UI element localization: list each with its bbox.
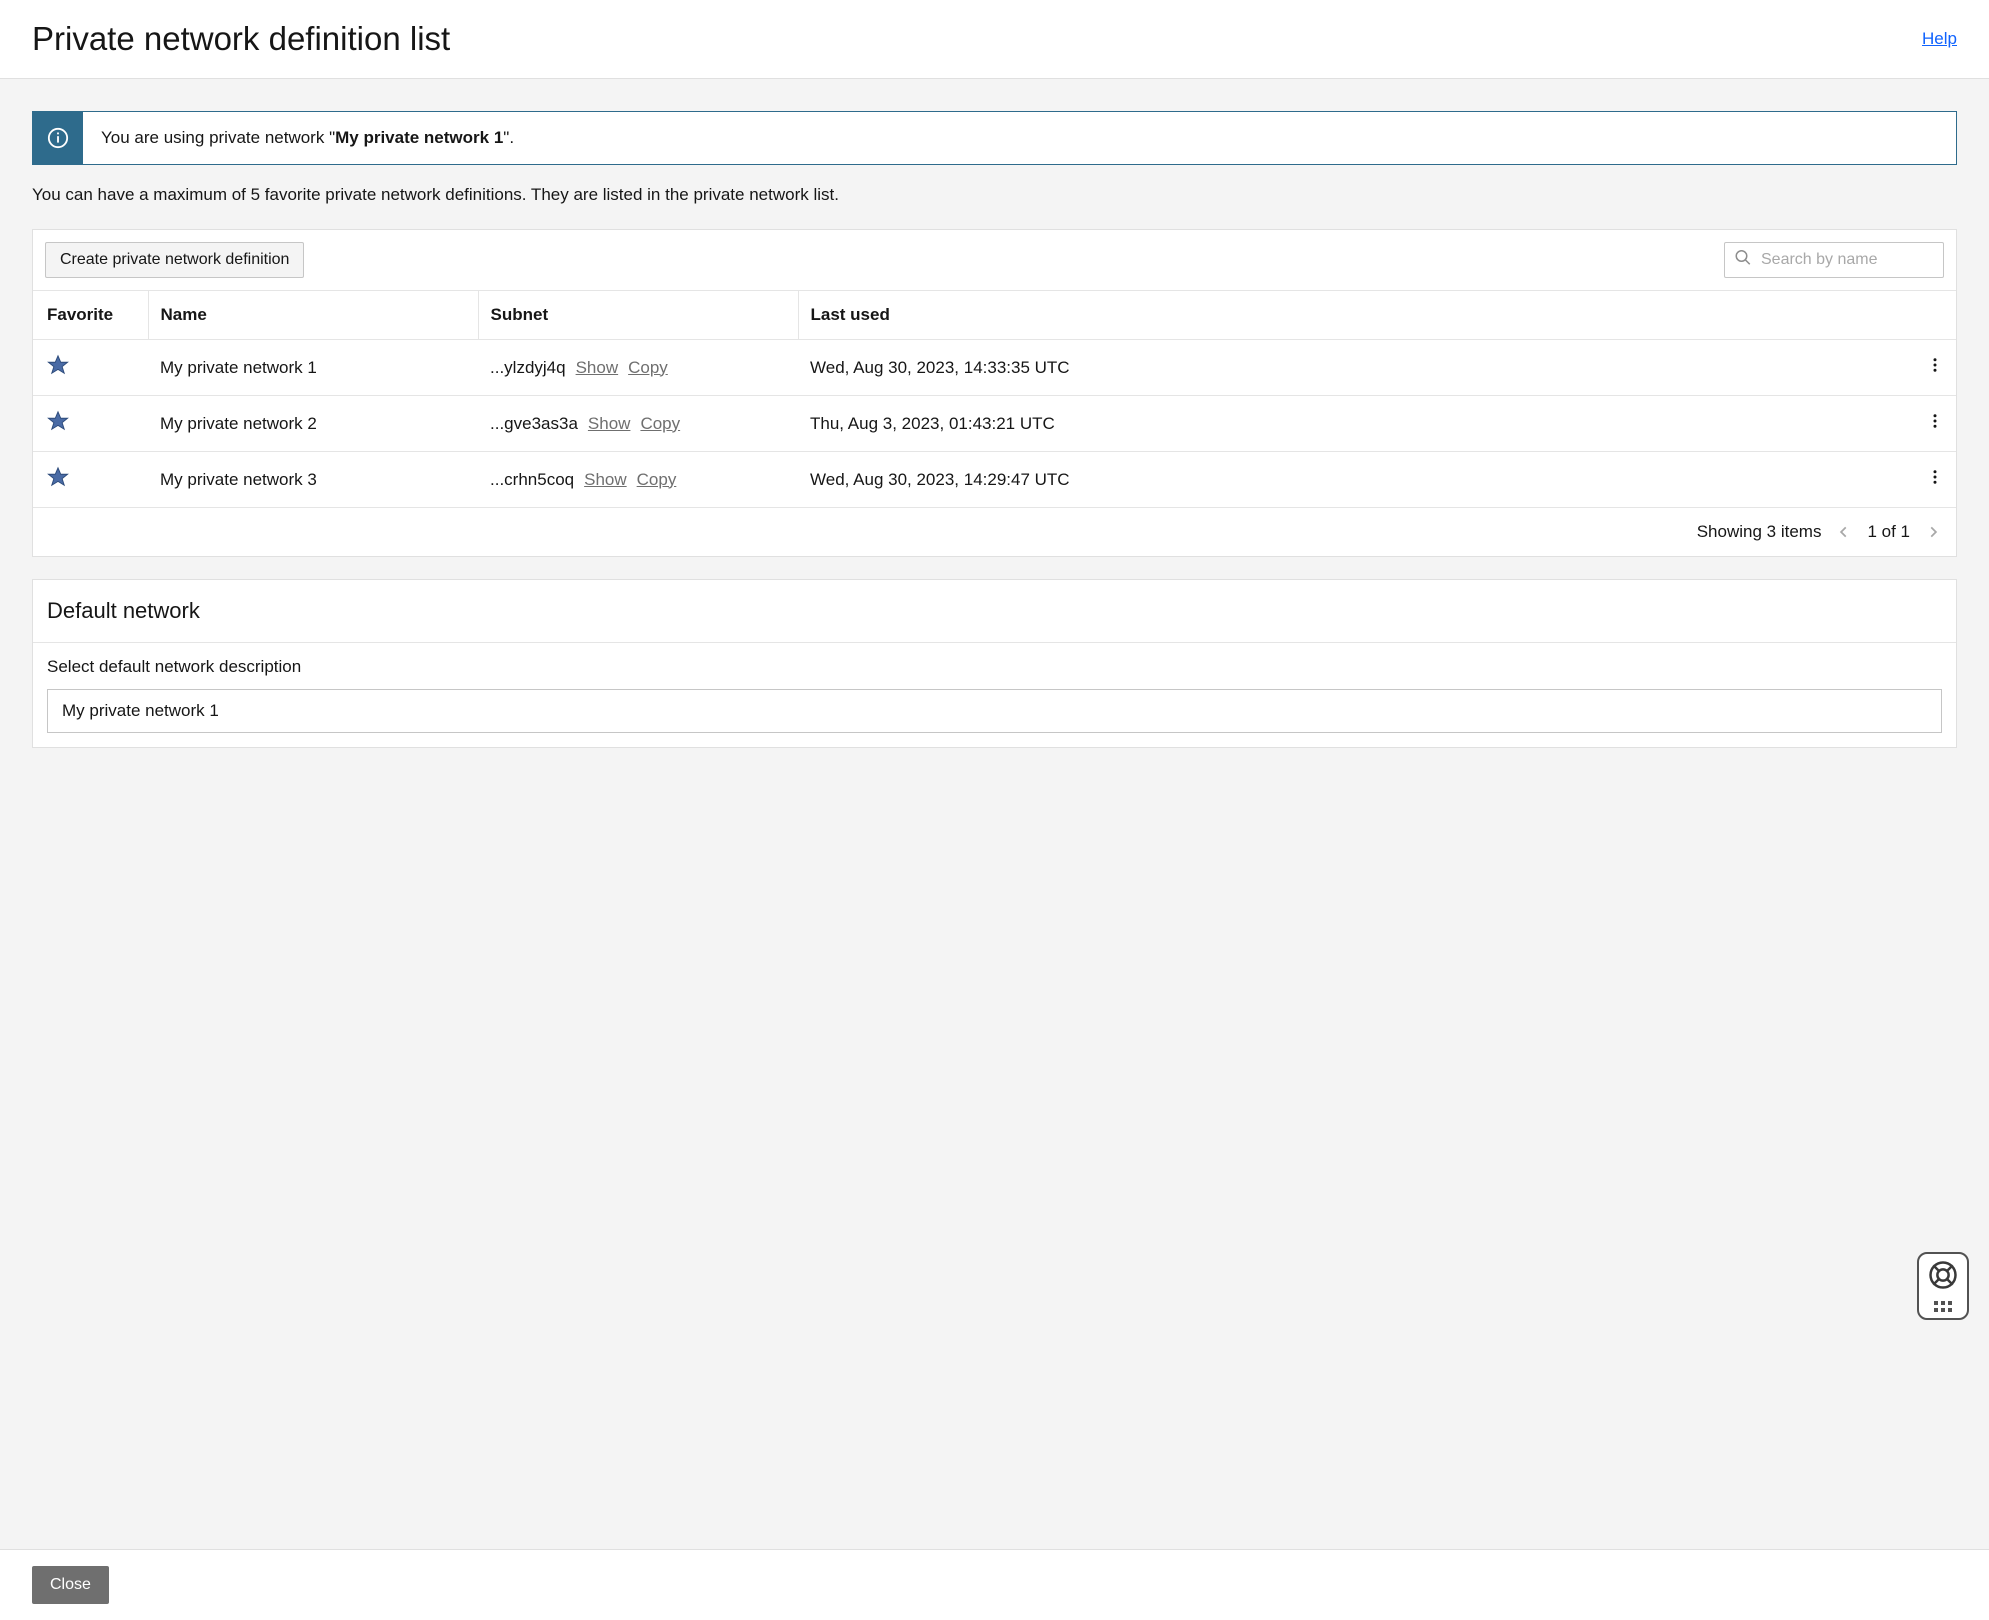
prev-page-button[interactable] bbox=[1837, 525, 1851, 539]
info-banner: You are using private network "My privat… bbox=[32, 111, 1957, 165]
col-subnet[interactable]: Subnet bbox=[478, 291, 798, 340]
info-icon bbox=[33, 112, 83, 164]
page-footer: Close bbox=[0, 1549, 1989, 1620]
showing-text: Showing 3 items bbox=[1697, 522, 1822, 542]
page-title: Private network definition list bbox=[32, 20, 450, 58]
subnet-fragment: ...ylzdyj4q bbox=[490, 358, 566, 377]
row-last-used: Wed, Aug 30, 2023, 14:33:35 UTC bbox=[810, 358, 1070, 377]
list-toolbar: Create private network definition bbox=[33, 230, 1956, 291]
show-subnet-link[interactable]: Show bbox=[588, 414, 631, 433]
copy-subnet-link[interactable]: Copy bbox=[637, 470, 677, 489]
close-button[interactable]: Close bbox=[32, 1566, 109, 1604]
apps-grid-icon bbox=[1934, 1301, 1952, 1312]
default-network-title: Default network bbox=[33, 580, 1956, 643]
info-banner-text: You are using private network "My privat… bbox=[83, 112, 532, 164]
show-subnet-link[interactable]: Show bbox=[584, 470, 627, 489]
banner-network-name: My private network 1 bbox=[335, 128, 503, 147]
subtitle-text: You can have a maximum of 5 favorite pri… bbox=[32, 185, 1957, 205]
search-wrap bbox=[1724, 242, 1944, 278]
subnet-fragment: ...crhn5coq bbox=[490, 470, 574, 489]
search-input[interactable] bbox=[1724, 242, 1944, 278]
row-name: My private network 1 bbox=[160, 358, 317, 377]
row-more-menu-button[interactable] bbox=[1926, 412, 1944, 430]
row-name: My private network 3 bbox=[160, 470, 317, 489]
col-last-used[interactable]: Last used bbox=[798, 291, 1956, 340]
search-icon bbox=[1734, 249, 1752, 272]
copy-subnet-link[interactable]: Copy bbox=[640, 414, 680, 433]
show-subnet-link[interactable]: Show bbox=[576, 358, 619, 377]
next-page-button[interactable] bbox=[1926, 525, 1940, 539]
col-name[interactable]: Name bbox=[148, 291, 478, 340]
row-more-menu-button[interactable] bbox=[1926, 356, 1944, 374]
network-table: Favorite Name Subnet Last used My privat… bbox=[33, 291, 1956, 508]
pagination-bar: Showing 3 items 1 of 1 bbox=[33, 508, 1956, 556]
favorite-star-icon[interactable] bbox=[47, 354, 69, 376]
floating-help-widget[interactable] bbox=[1917, 1252, 1969, 1320]
col-favorite[interactable]: Favorite bbox=[33, 291, 148, 340]
favorite-star-icon[interactable] bbox=[47, 410, 69, 432]
network-list-card: Create private network definition Favori… bbox=[32, 229, 1957, 557]
page-indicator: 1 of 1 bbox=[1867, 522, 1910, 542]
row-last-used: Wed, Aug 30, 2023, 14:29:47 UTC bbox=[810, 470, 1070, 489]
table-row: My private network 2 ...gve3as3a Show Copy T… bbox=[33, 396, 1956, 452]
table-header-row: Favorite Name Subnet Last used bbox=[33, 291, 1956, 340]
copy-subnet-link[interactable]: Copy bbox=[628, 358, 668, 377]
default-network-body: Select default network description My pr… bbox=[33, 643, 1956, 747]
row-name: My private network 2 bbox=[160, 414, 317, 433]
lifebuoy-icon bbox=[1928, 1260, 1958, 1295]
default-network-select[interactable]: My private network 1 bbox=[47, 689, 1942, 733]
table-row: My private network 1 ...ylzdyj4q Show Copy W… bbox=[33, 340, 1956, 396]
help-link[interactable]: Help bbox=[1922, 29, 1957, 49]
banner-suffix: ". bbox=[503, 128, 514, 147]
row-last-used: Thu, Aug 3, 2023, 01:43:21 UTC bbox=[810, 414, 1055, 433]
row-more-menu-button[interactable] bbox=[1926, 468, 1944, 486]
default-network-description: Select default network description bbox=[47, 657, 1942, 677]
create-network-button[interactable]: Create private network definition bbox=[45, 242, 304, 278]
table-row: My private network 3 ...crhn5coq Show Copy W… bbox=[33, 452, 1956, 508]
content-area: You are using private network "My privat… bbox=[0, 79, 1989, 1549]
banner-prefix: You are using private network " bbox=[101, 128, 335, 147]
default-network-card: Default network Select default network d… bbox=[32, 579, 1957, 748]
favorite-star-icon[interactable] bbox=[47, 466, 69, 488]
default-network-selected: My private network 1 bbox=[62, 701, 219, 721]
page-header: Private network definition list Help bbox=[0, 0, 1989, 79]
subnet-fragment: ...gve3as3a bbox=[490, 414, 578, 433]
